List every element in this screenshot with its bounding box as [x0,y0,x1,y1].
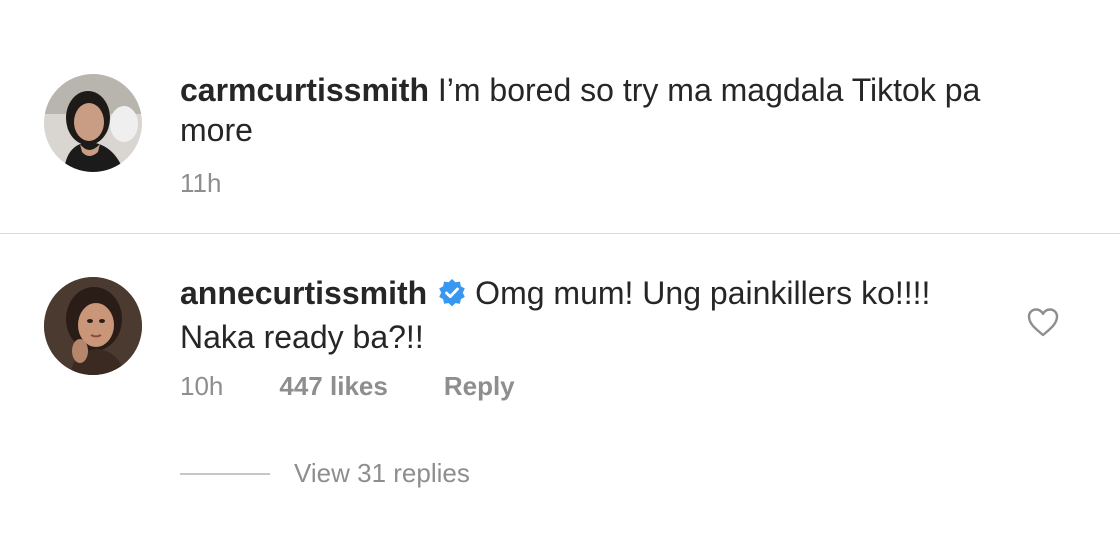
comment-text: carmcurtissmith I’m bored so try ma magd… [180,70,1040,150]
avatar[interactable] [44,74,142,172]
view-replies-label[interactable]: View 31 replies [294,458,470,489]
divider [0,233,1120,234]
comment-text: annecurtissmith Omg mum! Ung painkillers… [180,273,1000,357]
replies-divider-line [180,472,270,475]
comment-username[interactable]: carmcurtissmith [180,72,429,108]
comment-timestamp: 10h [180,371,224,401]
likes-count[interactable]: 447 likes [279,371,387,402]
comment-meta: 11h [180,168,221,199]
comment-meta: 10h 447 likes Reply [180,371,515,402]
verified-badge-icon [437,277,467,317]
reply-button[interactable]: Reply [444,371,515,402]
view-replies-button[interactable]: View 31 replies [180,458,470,489]
avatar[interactable] [44,277,142,375]
comment-username[interactable]: annecurtissmith [180,275,427,311]
comment-timestamp: 11h [180,168,222,198]
heart-outline-icon[interactable] [1026,306,1060,343]
